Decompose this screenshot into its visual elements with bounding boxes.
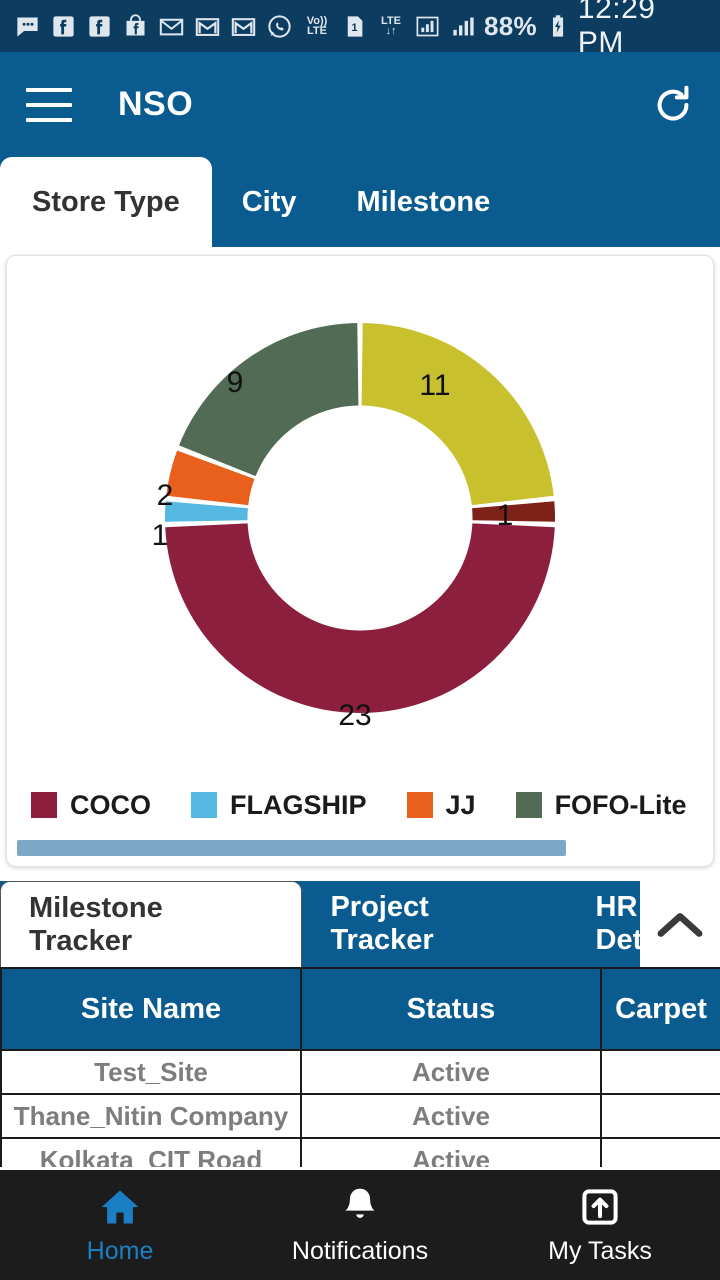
tasks-upload-icon bbox=[582, 1188, 618, 1225]
cell-status: Active bbox=[300, 1049, 602, 1095]
nav-item-home[interactable]: Home bbox=[0, 1185, 240, 1266]
nav-item-my-tasks[interactable]: My Tasks bbox=[480, 1185, 720, 1266]
nav-item-notifications[interactable]: Notifications bbox=[240, 1185, 480, 1266]
home-icon bbox=[101, 1190, 139, 1223]
chevron-up-icon bbox=[657, 913, 703, 937]
cell-carpet bbox=[600, 1049, 720, 1095]
donut-chart-canvas: 11 1 23 1 2 9 bbox=[110, 268, 610, 768]
tab-city[interactable]: City bbox=[212, 157, 327, 247]
slice-value-jj: 2 bbox=[156, 479, 174, 512]
top-tab-bar: Store Type City Milestone bbox=[0, 157, 720, 247]
store-type-chart-card: 11 1 23 1 2 9 COCO FLAGSHIP JJ FOFO-Lite bbox=[6, 255, 714, 867]
donut-chart[interactable]: 11 1 23 1 2 9 bbox=[7, 268, 713, 773]
collapse-panel-button[interactable] bbox=[640, 881, 720, 967]
slice-value-fofo: 11 bbox=[419, 369, 451, 402]
table-header-row: Site Name Status Carpet bbox=[0, 967, 720, 1051]
tab-city-label: City bbox=[241, 185, 297, 218]
tab-project-tracker-label: Project Tracker bbox=[330, 891, 434, 956]
facebook-shop-icon bbox=[126, 13, 145, 35]
bell-icon bbox=[345, 1188, 375, 1218]
slice-value-flagship: 1 bbox=[151, 519, 169, 552]
battery-charging-icon bbox=[552, 14, 564, 37]
milestone-tracker-table: Site Name Status Carpet Test_Site Active… bbox=[0, 967, 720, 1167]
bottom-navigation-bar: Home Notifications My Tasks bbox=[0, 1170, 720, 1280]
facebook-icon bbox=[53, 15, 74, 37]
donut-slice-flagship[interactable] bbox=[165, 501, 248, 522]
email-icon bbox=[159, 18, 184, 35]
sim-icon: 1 bbox=[347, 15, 363, 37]
donut-slice-fofo[interactable] bbox=[361, 323, 554, 506]
legend-swatch-jj bbox=[406, 792, 433, 818]
legend-label-jj: JJ bbox=[445, 789, 476, 820]
tab-store-type[interactable]: Store Type bbox=[0, 157, 212, 247]
cell-carpet bbox=[600, 1137, 720, 1167]
table-header-carpet[interactable]: Carpet bbox=[600, 967, 720, 1051]
clock-label: 12:29 PM bbox=[577, 0, 656, 59]
legend-swatch-fofo-lite bbox=[515, 792, 542, 818]
table-row[interactable]: Test_Site Active bbox=[0, 1049, 720, 1095]
legend-item-flagship[interactable]: FLAGSHIP bbox=[191, 790, 367, 821]
donut-slice-fofo-lite[interactable] bbox=[179, 323, 359, 477]
legend-label-fofo-lite: FOFO-Lite bbox=[554, 789, 687, 820]
nav-item-home-label: Home bbox=[86, 1236, 154, 1265]
cell-carpet bbox=[600, 1093, 720, 1139]
tab-milestone-tracker-label: Milestone Tracker bbox=[29, 891, 163, 957]
donut-chart-svg bbox=[165, 323, 555, 713]
tab-milestone[interactable]: Milestone bbox=[327, 157, 521, 247]
slice-value-other: 1 bbox=[496, 499, 514, 532]
status-bar: Vo)) LTE 1 LTE ↓↑ 88% 12:29 PM bbox=[0, 0, 720, 59]
table-row[interactable]: Kolkata_CIT Road Active bbox=[0, 1137, 720, 1167]
cell-site-name: Thane_Nitin Company bbox=[0, 1093, 302, 1139]
lte-data-icon: LTE ↓↑ bbox=[381, 15, 401, 37]
svg-text:1: 1 bbox=[351, 22, 357, 34]
battery-percent-label: 88% bbox=[484, 10, 537, 41]
table-header-status[interactable]: Status bbox=[300, 967, 602, 1051]
hamburger-menu-icon[interactable] bbox=[26, 87, 72, 122]
status-bar-notification-icons: Vo)) LTE 1 LTE ↓↑ bbox=[14, 13, 477, 40]
legend-item-jj[interactable]: JJ bbox=[406, 789, 476, 821]
tracker-tab-bar: Milestone Tracker Project Tracker HR Det bbox=[0, 881, 720, 967]
slice-value-coco: 23 bbox=[338, 699, 372, 732]
status-bar-system-info: 88% 12:29 PM bbox=[484, 0, 710, 60]
chart-legend[interactable]: COCO FLAGSHIP JJ FOFO-Lite FOFO bbox=[7, 782, 713, 828]
legend-label-coco: COCO bbox=[70, 789, 151, 820]
nav-item-notifications-label: Notifications bbox=[291, 1236, 429, 1265]
donut-slice-coco[interactable] bbox=[165, 523, 555, 713]
legend-swatch-coco bbox=[31, 792, 57, 818]
cell-status: Active bbox=[300, 1137, 602, 1167]
table-header-site-name[interactable]: Site Name bbox=[0, 967, 302, 1051]
milestone-tracker-table-container[interactable]: Site Name Status Carpet Test_Site Active… bbox=[0, 967, 720, 1167]
tab-milestone-label: Milestone bbox=[356, 185, 491, 218]
cell-site-name: Kolkata_CIT Road bbox=[0, 1137, 302, 1167]
donut-slice-other[interactable] bbox=[472, 501, 555, 522]
facebook-icon bbox=[89, 15, 110, 37]
legend-item-fofo-lite[interactable]: FOFO-Lite bbox=[515, 789, 687, 821]
tab-milestone-tracker[interactable]: Milestone Tracker bbox=[0, 881, 303, 967]
table-row[interactable]: Thane_Nitin Company Active bbox=[0, 1093, 720, 1139]
chart-scrollbar-thumb[interactable] bbox=[17, 840, 566, 856]
gmail-icon bbox=[195, 17, 220, 36]
signal-icon bbox=[416, 16, 439, 36]
app-bar: NSO bbox=[0, 52, 720, 157]
gmail-icon bbox=[231, 17, 256, 36]
slice-value-fofolite: 9 bbox=[226, 366, 244, 399]
whatsapp-icon bbox=[268, 14, 291, 38]
cell-status: Active bbox=[300, 1093, 602, 1139]
volte-icon: Vo)) LTE bbox=[306, 15, 328, 37]
legend-label-flagship: FLAGSHIP bbox=[230, 789, 367, 820]
tab-store-type-label: Store Type bbox=[32, 185, 180, 218]
nav-item-my-tasks-label: My Tasks bbox=[548, 1236, 652, 1265]
legend-item-coco[interactable]: COCO bbox=[31, 790, 151, 821]
page-title: NSO bbox=[118, 85, 194, 123]
chart-horizontal-scrollbar[interactable] bbox=[17, 840, 703, 856]
tab-project-tracker[interactable]: Project Tracker bbox=[302, 881, 567, 967]
refresh-icon[interactable] bbox=[650, 82, 696, 128]
app-screen: Vo)) LTE 1 LTE ↓↑ 88% 12:29 PM NSO Store… bbox=[0, 0, 720, 1280]
signal-icon bbox=[453, 17, 474, 35]
cell-site-name: Test_Site bbox=[0, 1049, 302, 1095]
messages-icon bbox=[17, 17, 38, 37]
legend-swatch-flagship bbox=[191, 792, 217, 818]
